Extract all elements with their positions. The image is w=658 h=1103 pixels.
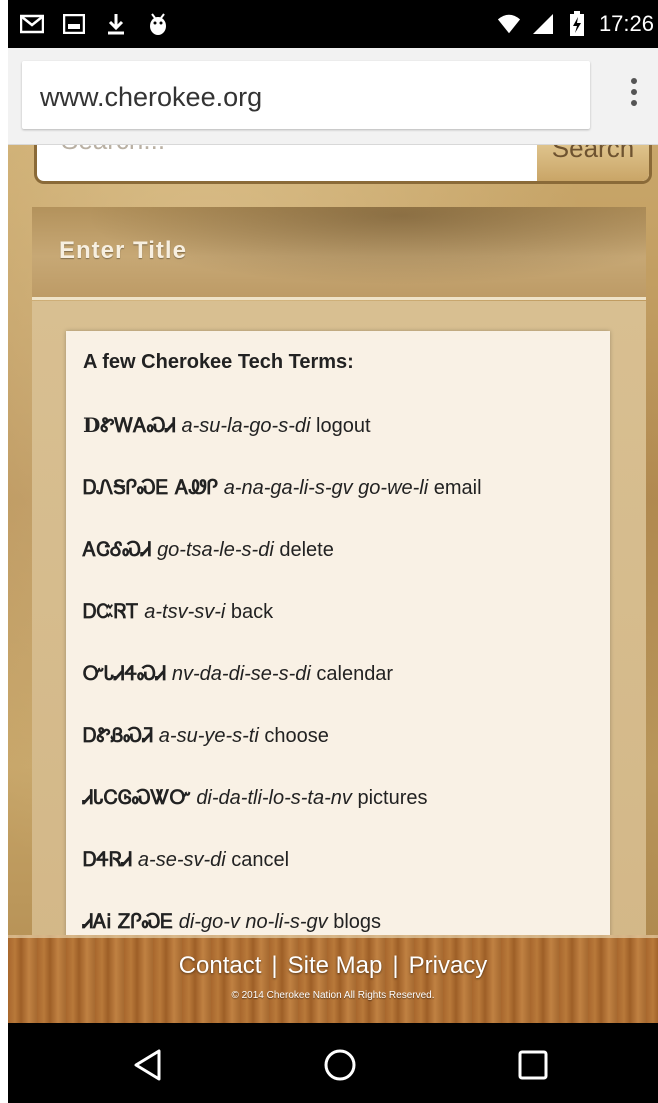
- list-item: ᎠᏑᏰᏍᏘ a-su-ye-s-ti choose: [83, 723, 329, 748]
- signal-icon: [531, 12, 555, 36]
- list-item: ᏗᎪᎥ ᏃᎵᏍᎬ di-go-v no-li-s-gv blogs: [83, 909, 381, 934]
- image-icon: [62, 12, 86, 36]
- tech-terms-card: A few Cherokee Tech Terms: DᏑᎳᎪᏍᏗ a-su-l…: [66, 331, 610, 1033]
- list-item: DᏑᎳᎪᏍᏗ a-su-la-go-s-di logout: [83, 413, 371, 438]
- gmail-icon: [20, 12, 44, 36]
- transliteration: go-tsa-le-s-di: [157, 539, 274, 561]
- recents-square-icon[interactable]: [513, 1045, 553, 1085]
- cherokee-word: ᎠᏑᏰᏍᏘ: [83, 723, 154, 747]
- english-word: blogs: [333, 911, 382, 933]
- cherokee-word: ᎠᏁᎦᎵᏍᎬ ᎪᏪᎵ: [83, 475, 219, 499]
- list-item: ᎪᏣᎴᏍᏗ go-tsa-le-s-di delete: [83, 537, 334, 562]
- module-title: Enter Title: [59, 237, 187, 264]
- browser-toolbar: www.cherokee.org: [8, 48, 658, 145]
- wifi-icon: [497, 12, 521, 36]
- system-nav-bar: [8, 1023, 658, 1103]
- english-word: calendar: [316, 663, 394, 685]
- search-bar: Search... Search: [34, 145, 652, 184]
- list-item: ᎠᏁᎦᎵᏍᎬ ᎪᏪᎵ a-na-ga-li-s-gv go-we-li emai…: [83, 475, 482, 500]
- english-word: delete: [279, 539, 334, 561]
- search-input[interactable]: Search...: [61, 145, 165, 156]
- english-word: logout: [316, 415, 371, 437]
- transliteration: a-se-sv-di: [137, 849, 226, 871]
- battery-charging-icon: [565, 11, 589, 36]
- status-bar: 17:26: [8, 0, 658, 48]
- transliteration: a-na-ga-li-s-gv go-we-li: [223, 477, 429, 499]
- cherokee-word: ᎠᏎᏒᏗ: [83, 847, 133, 871]
- transliteration: a-su-ye-s-ti: [158, 725, 259, 747]
- footer-links: Contact | Site Map | Privacy: [8, 952, 658, 980]
- search-button[interactable]: Search: [537, 145, 649, 181]
- english-word: email: [433, 477, 482, 499]
- english-word: back: [230, 601, 274, 623]
- page-content: Search... Search Enter Title A few Chero…: [8, 145, 658, 1033]
- back-triangle-icon[interactable]: [128, 1045, 168, 1085]
- card-heading: A few Cherokee Tech Terms:: [83, 351, 354, 373]
- cherokee-word: ᏗᏓᏟᎶᏍᏔᏅ: [83, 785, 191, 809]
- transliteration: di-go-v no-li-s-gv: [178, 911, 328, 933]
- cherokee-word: ᏅᏓᏗᏎᏍᏗ: [83, 661, 167, 685]
- download-icon: [104, 12, 128, 36]
- site-map-link[interactable]: Site Map: [288, 952, 383, 980]
- list-item: ᎠᏎᏒᏗ a-se-sv-di cancel: [83, 847, 289, 872]
- privacy-link[interactable]: Privacy: [409, 952, 488, 980]
- list-item: ᎠᏨᏒᎢ a-tsv-sv-i back: [83, 599, 273, 624]
- android-debug-icon: [146, 12, 170, 36]
- transliteration: nv-da-di-se-s-di: [171, 663, 311, 685]
- english-word: cancel: [231, 849, 290, 871]
- copyright-text: © 2014 Cherokee Nation All Rights Reserv…: [231, 990, 435, 1001]
- module-title-band: Enter Title: [32, 207, 646, 300]
- cherokee-word: DᏑᎳᎪᏍᏗ: [83, 413, 176, 437]
- home-circle-icon[interactable]: [320, 1045, 360, 1085]
- transliteration: di-da-tli-lo-s-ta-nv: [196, 787, 352, 809]
- page-footer: Contact | Site Map | Privacy © 2014 Cherokee…: [8, 935, 658, 1033]
- contact-link[interactable]: Contact: [179, 952, 262, 980]
- footer-separator: |: [392, 952, 399, 979]
- list-item: ᏗᏓᏟᎶᏍᏔᏅ di-da-tli-lo-s-ta-nv pictures: [83, 785, 428, 810]
- status-time: 17:26: [598, 11, 654, 36]
- english-word: pictures: [357, 787, 428, 809]
- cherokee-word: ᎠᏨᏒᎢ: [83, 599, 139, 623]
- url-text: www.cherokee.org: [40, 82, 263, 112]
- cherokee-word: ᎪᏣᎴᏍᏗ: [83, 537, 152, 561]
- english-word: choose: [264, 725, 329, 747]
- transliteration: a-tsv-sv-i: [144, 601, 226, 623]
- url-bar[interactable]: www.cherokee.org: [22, 61, 590, 129]
- footer-separator: |: [271, 952, 278, 979]
- transliteration: a-su-la-go-s-di: [181, 415, 311, 437]
- list-item: ᏅᏓᏗᏎᏍᏗ nv-da-di-se-s-di calendar: [83, 661, 393, 686]
- cherokee-word: ᏗᎪᎥ ᏃᎵᏍᎬ: [83, 909, 174, 933]
- overflow-menu-icon[interactable]: [622, 78, 646, 114]
